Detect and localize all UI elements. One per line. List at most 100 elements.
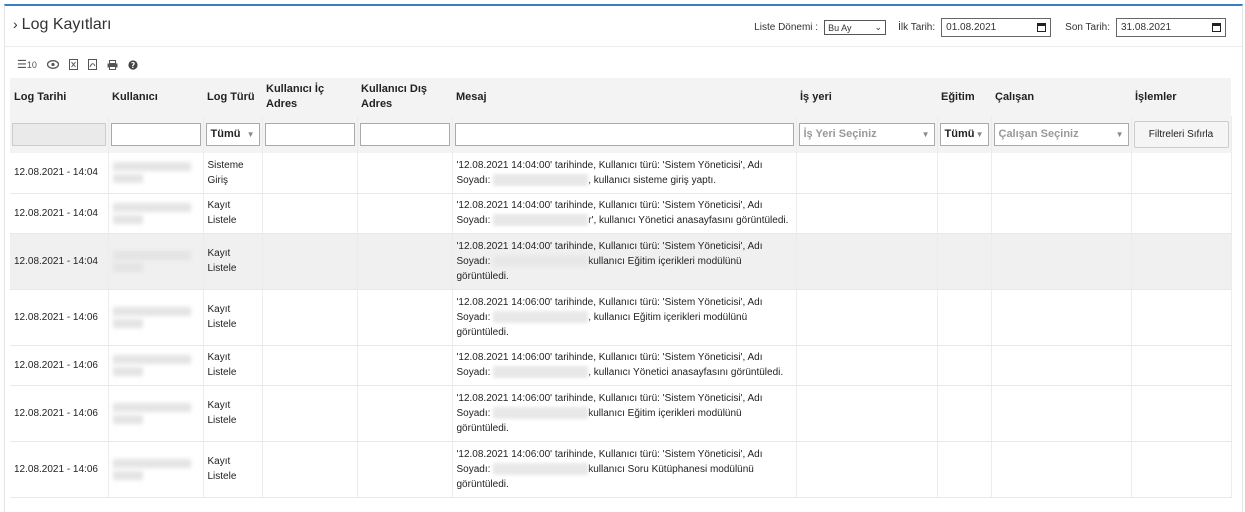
log-date-cell: 12.08.2021 - 14:06 [10,345,109,386]
log-type-cell: Sisteme Giriş [203,153,263,194]
actions-cell [1131,441,1232,498]
user-filter-input[interactable] [110,123,201,146]
external-address-cell [357,289,453,346]
internal-address-cell [262,233,358,290]
user-cell [108,345,204,386]
column-header[interactable]: Log Türü [203,78,262,116]
external-address-cell [357,233,453,290]
print-icon[interactable] [107,59,118,70]
date-filters: Liste Dönemi : Bu Ay ⌄ İlk Tarih: 01.08.2… [754,18,1234,37]
internal-address-cell [262,289,358,346]
actions-cell [1131,193,1232,234]
training-cell [937,153,992,194]
table-row[interactable]: 12.08.2021 - 14:06 Kayıt Listele '12.08.20… [10,345,1232,386]
training-filter-value: Tümü [944,128,975,140]
end-date-value: 31.08.2021 [1121,22,1172,33]
message-text: r', kullanıcı Yönetici anasayfasını görü… [588,215,789,226]
log-date-cell: 12.08.2021 - 14:04 [10,193,109,234]
message-cell: '12.08.2021 14:04:00' tarihinde, Kullanı… [452,193,797,234]
training-cell [937,441,992,498]
workplace-filter-placeholder: İş Yeri Seçiniz [803,128,877,140]
actions-cell [1131,289,1232,346]
external-address-filter-input[interactable] [359,123,450,146]
column-header[interactable]: İş yeri [796,78,937,116]
workplace-cell [796,153,938,194]
period-select[interactable]: Bu Ay ⌄ [824,20,887,35]
table-row[interactable]: 12.08.2021 - 14:06 Kayıt Listele '12.08.20… [10,289,1232,346]
column-header[interactable]: Çalışan [991,78,1131,116]
table-row[interactable]: 12.08.2021 - 14:04 Kayıt Listele '12.08.20… [10,233,1232,290]
employee-cell [991,345,1132,386]
column-header[interactable]: Kullanıcı İç Adres [262,78,357,116]
internal-address-cell [262,441,358,498]
user-cell [108,193,204,234]
reset-filters-button[interactable]: Filtreleri Sıfırla [1133,121,1229,148]
redacted-name [493,254,589,267]
column-header[interactable]: Mesaj [452,78,796,116]
employee-filter-select[interactable]: Çalışan Seçiniz ▼ [993,123,1129,146]
redacted-user [112,318,143,328]
redacted-name [493,406,589,419]
filter-row: Tümü ▼ İş Yeri Seçiniz ▼ Tümü ▼ Çalışan Seç… [10,116,1232,153]
chevron-right-icon[interactable]: › [13,16,18,32]
user-cell [108,233,204,290]
eye-icon[interactable] [46,60,59,69]
date-filter-input [12,123,106,146]
calendar-icon[interactable] [1037,23,1047,32]
log-type-filter-select[interactable]: Tümü ▼ [205,123,260,146]
log-date-cell: 12.08.2021 - 14:06 [10,441,109,498]
employee-cell [991,441,1132,498]
list-icon: ☰ [17,59,27,71]
workplace-cell [796,345,938,386]
internal-address-cell [262,385,358,442]
table-row[interactable]: 12.08.2021 - 14:04 Kayıt Listele '12.08.20… [10,193,1232,234]
calendar-icon[interactable] [1212,23,1221,32]
user-cell [108,385,204,442]
log-type-cell: Kayıt Listele [203,345,263,386]
redacted-name [493,366,589,379]
excel-icon[interactable] [68,59,78,70]
log-table: Log Tarihi Kullanıcı Log Türü Kullanıcı … [10,78,1232,498]
external-address-cell [357,345,453,386]
column-header[interactable]: Log Tarihi [10,78,108,116]
actions-cell [1131,385,1232,442]
redacted-user [112,402,191,412]
table-row[interactable]: 12.08.2021 - 14:06 Kayıt Listele '12.08.20… [10,441,1232,498]
internal-address-cell [262,345,358,386]
start-date-value: 01.08.2021 [946,22,997,33]
workplace-cell [796,441,938,498]
message-filter-input[interactable] [454,123,794,146]
column-header[interactable]: Kullanıcı Dış Adres [357,78,452,116]
column-header[interactable]: Eğitim [937,78,991,116]
message-cell: '12.08.2021 14:06:00' tarihinde, Kullanı… [452,289,797,346]
message-cell: '12.08.2021 14:06:00' tarihinde, Kullanı… [452,441,797,498]
end-date-input[interactable]: 31.08.2021 [1116,18,1226,37]
message-text: , kullanıcı sisteme giriş yaptı. [588,174,717,186]
table-row[interactable]: 12.08.2021 - 14:04 Sisteme Giriş '12.08.20… [10,153,1232,194]
start-date-input[interactable]: 01.08.2021 [941,18,1052,37]
training-cell [937,233,992,290]
redacted-name [493,174,589,187]
actions-cell [1131,153,1232,194]
message-cell: '12.08.2021 14:06:00' tarihinde, Kullanı… [452,345,797,386]
workplace-filter-select[interactable]: İş Yeri Seçiniz ▼ [798,123,935,146]
message-cell: '12.08.2021 14:06:00' tarihinde, Kullanı… [452,385,797,442]
employee-cell [991,153,1132,194]
column-header[interactable]: Kullanıcı [108,78,203,116]
redacted-user [112,458,191,468]
table-row[interactable]: 12.08.2021 - 14:06 Kayıt Listele '12.08.20… [10,385,1232,442]
internal-address-filter-input[interactable] [264,123,355,146]
external-address-cell [357,385,453,442]
pdf-icon[interactable] [87,59,97,70]
training-filter-select[interactable]: Tümü ▼ [939,123,989,146]
redacted-user [112,202,191,212]
redacted-name [493,214,589,227]
caret-down-icon: ▼ [921,130,930,139]
log-date-cell: 12.08.2021 - 14:06 [10,289,109,346]
help-icon[interactable]: ? [128,59,138,70]
training-cell [937,345,992,386]
page-size-button[interactable]: ☰ 10 [17,58,37,71]
svg-text:?: ? [131,61,135,70]
training-cell [937,385,992,442]
workplace-cell [796,233,938,290]
